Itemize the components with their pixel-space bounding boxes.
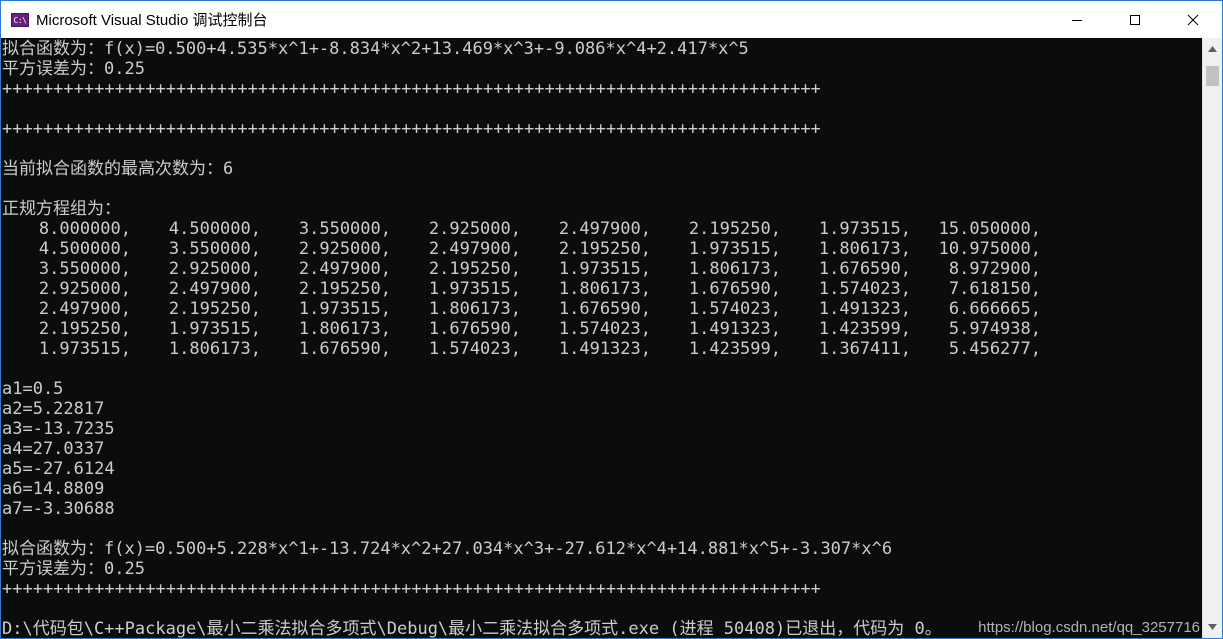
console-window: C:\ Microsoft Visual Studio 调试控制台 拟合函数为：… — [0, 0, 1223, 639]
coefficient-line: a5=-27.6124 — [2, 459, 115, 479]
matrix-cell: 1.973515, — [558, 259, 651, 279]
window-title: Microsoft Visual Studio 调试控制台 — [36, 12, 268, 29]
separator-line: ++++++++++++++++++++++++++++++++++++++++… — [2, 579, 821, 599]
matrix-cell: 3.550000, — [298, 219, 391, 239]
matrix-cell: 2.195250, — [298, 279, 391, 299]
chevron-down-icon — [1208, 624, 1217, 630]
matrix-cell: 1.806173, — [818, 239, 911, 259]
coefficient-line: a3=-13.7235 — [2, 419, 115, 439]
coefficient-line: a4=27.0337 — [2, 439, 105, 459]
matrix-cell: 1.973515, — [38, 339, 131, 359]
minimize-button[interactable] — [1048, 1, 1106, 38]
matrix-cell: 3.550000, — [168, 239, 261, 259]
matrix-cell: 1.491323, — [688, 319, 781, 339]
matrix-cell: 2.195250, — [688, 219, 781, 239]
matrix-cell: 1.806173, — [428, 299, 521, 319]
matrix-cell: 2.195250, — [168, 299, 261, 319]
matrix-cell: 1.676590, — [818, 259, 911, 279]
process-exit-line: D:\代码包\C++Package\最小二乘法拟合多项式\Debug\最小二乘法… — [2, 619, 942, 638]
matrix-cell: 7.618150, — [948, 279, 1041, 299]
matrix-cell: 2.497900, — [298, 259, 391, 279]
close-button[interactable] — [1164, 1, 1222, 38]
matrix-cell: 6.666665, — [948, 299, 1041, 319]
close-icon — [1187, 14, 1199, 25]
matrix-cell: 1.676590, — [298, 339, 391, 359]
matrix-cell: 1.676590, — [428, 319, 521, 339]
matrix-cell: 2.195250, — [38, 319, 131, 339]
matrix-cell: 1.806173, — [298, 319, 391, 339]
matrix-cell: 8.972900, — [948, 259, 1041, 279]
matrix-cell: 1.676590, — [688, 279, 781, 299]
matrix-cell: 5.974938, — [948, 319, 1041, 339]
matrix-cell: 3.550000, — [38, 259, 131, 279]
matrix-cell: 2.195250, — [558, 239, 651, 259]
coefficient-line: a7=-3.30688 — [2, 499, 115, 519]
matrix-cell: 1.574023, — [428, 339, 521, 359]
matrix-cell: 1.491323, — [558, 339, 651, 359]
matrix-cell: 4.500000, — [38, 239, 131, 259]
maximize-button[interactable] — [1106, 1, 1164, 38]
matrix-cell: 1.973515, — [298, 299, 391, 319]
matrix-cell: 10.975000, — [938, 239, 1041, 259]
normal-equations-header: 正规方程组为： — [2, 199, 121, 219]
squared-error-line-2: 平方误差为：0.25 — [2, 559, 145, 579]
matrix-cell: 2.497900, — [38, 299, 131, 319]
matrix-cell: 1.423599, — [688, 339, 781, 359]
matrix-cell: 4.500000, — [168, 219, 261, 239]
matrix-cell: 1.973515, — [168, 319, 261, 339]
matrix-cell: 8.000000, — [38, 219, 131, 239]
matrix-cell: 1.367411, — [818, 339, 911, 359]
matrix-cell: 1.973515, — [818, 219, 911, 239]
scroll-thumb[interactable] — [1206, 66, 1219, 86]
fit-function-line-2: 拟合函数为：f(x)=0.500+5.228*x^1+-13.724*x^2+2… — [2, 539, 893, 559]
scroll-up-button[interactable] — [1203, 38, 1222, 60]
separator-line: ++++++++++++++++++++++++++++++++++++++++… — [2, 119, 821, 139]
matrix-cell: 1.574023, — [558, 319, 651, 339]
chevron-up-icon — [1208, 46, 1217, 52]
max-degree-line: 当前拟合函数的最高次数为：6 — [2, 159, 234, 179]
matrix-cell: 1.973515, — [688, 239, 781, 259]
matrix-cell: 1.574023, — [818, 279, 911, 299]
fit-function-line-1: 拟合函数为：f(x)=0.500+4.535*x^1+-8.834*x^2+13… — [2, 39, 749, 59]
coefficient-line: a1=0.5 — [2, 379, 64, 399]
matrix-cell: 2.925000, — [428, 219, 521, 239]
watermark-text: https://blog.csdn.net/qq_3257716 — [978, 619, 1200, 636]
vertical-scrollbar[interactable] — [1202, 38, 1222, 638]
matrix-cell: 5.456277, — [948, 339, 1041, 359]
squared-error-line-1: 平方误差为：0.25 — [2, 59, 145, 79]
matrix-cell: 1.491323, — [818, 299, 911, 319]
matrix-cell: 2.497900, — [558, 219, 651, 239]
matrix-cell: 1.806173, — [688, 259, 781, 279]
matrix-cell: 1.574023, — [688, 299, 781, 319]
matrix-cell: 2.497900, — [168, 279, 261, 299]
matrix-cell: 1.676590, — [558, 299, 651, 319]
matrix-cell: 2.925000, — [298, 239, 391, 259]
title-bar[interactable]: C:\ Microsoft Visual Studio 调试控制台 — [1, 1, 1222, 38]
coefficient-line: a6=14.8809 — [2, 479, 105, 499]
matrix-cell: 2.925000, — [168, 259, 261, 279]
scroll-down-button[interactable] — [1203, 616, 1222, 638]
matrix-cell: 2.497900, — [428, 239, 521, 259]
console-app-icon: C:\ — [11, 12, 29, 27]
matrix-cell: 1.423599, — [818, 319, 911, 339]
separator-line: ++++++++++++++++++++++++++++++++++++++++… — [2, 79, 821, 99]
matrix-cell: 1.806173, — [168, 339, 261, 359]
console-output[interactable]: 拟合函数为：f(x)=0.500+4.535*x^1+-8.834*x^2+13… — [1, 38, 1202, 638]
matrix-cell: 1.973515, — [428, 279, 521, 299]
matrix-cell: 2.925000, — [38, 279, 131, 299]
matrix-cell: 2.195250, — [428, 259, 521, 279]
window-controls — [1048, 1, 1222, 38]
minimize-icon — [1072, 19, 1082, 21]
coefficient-line: a2=5.22817 — [2, 399, 105, 419]
matrix-cell: 1.806173, — [558, 279, 651, 299]
maximize-icon — [1130, 14, 1140, 25]
matrix-cell: 15.050000, — [938, 219, 1041, 239]
